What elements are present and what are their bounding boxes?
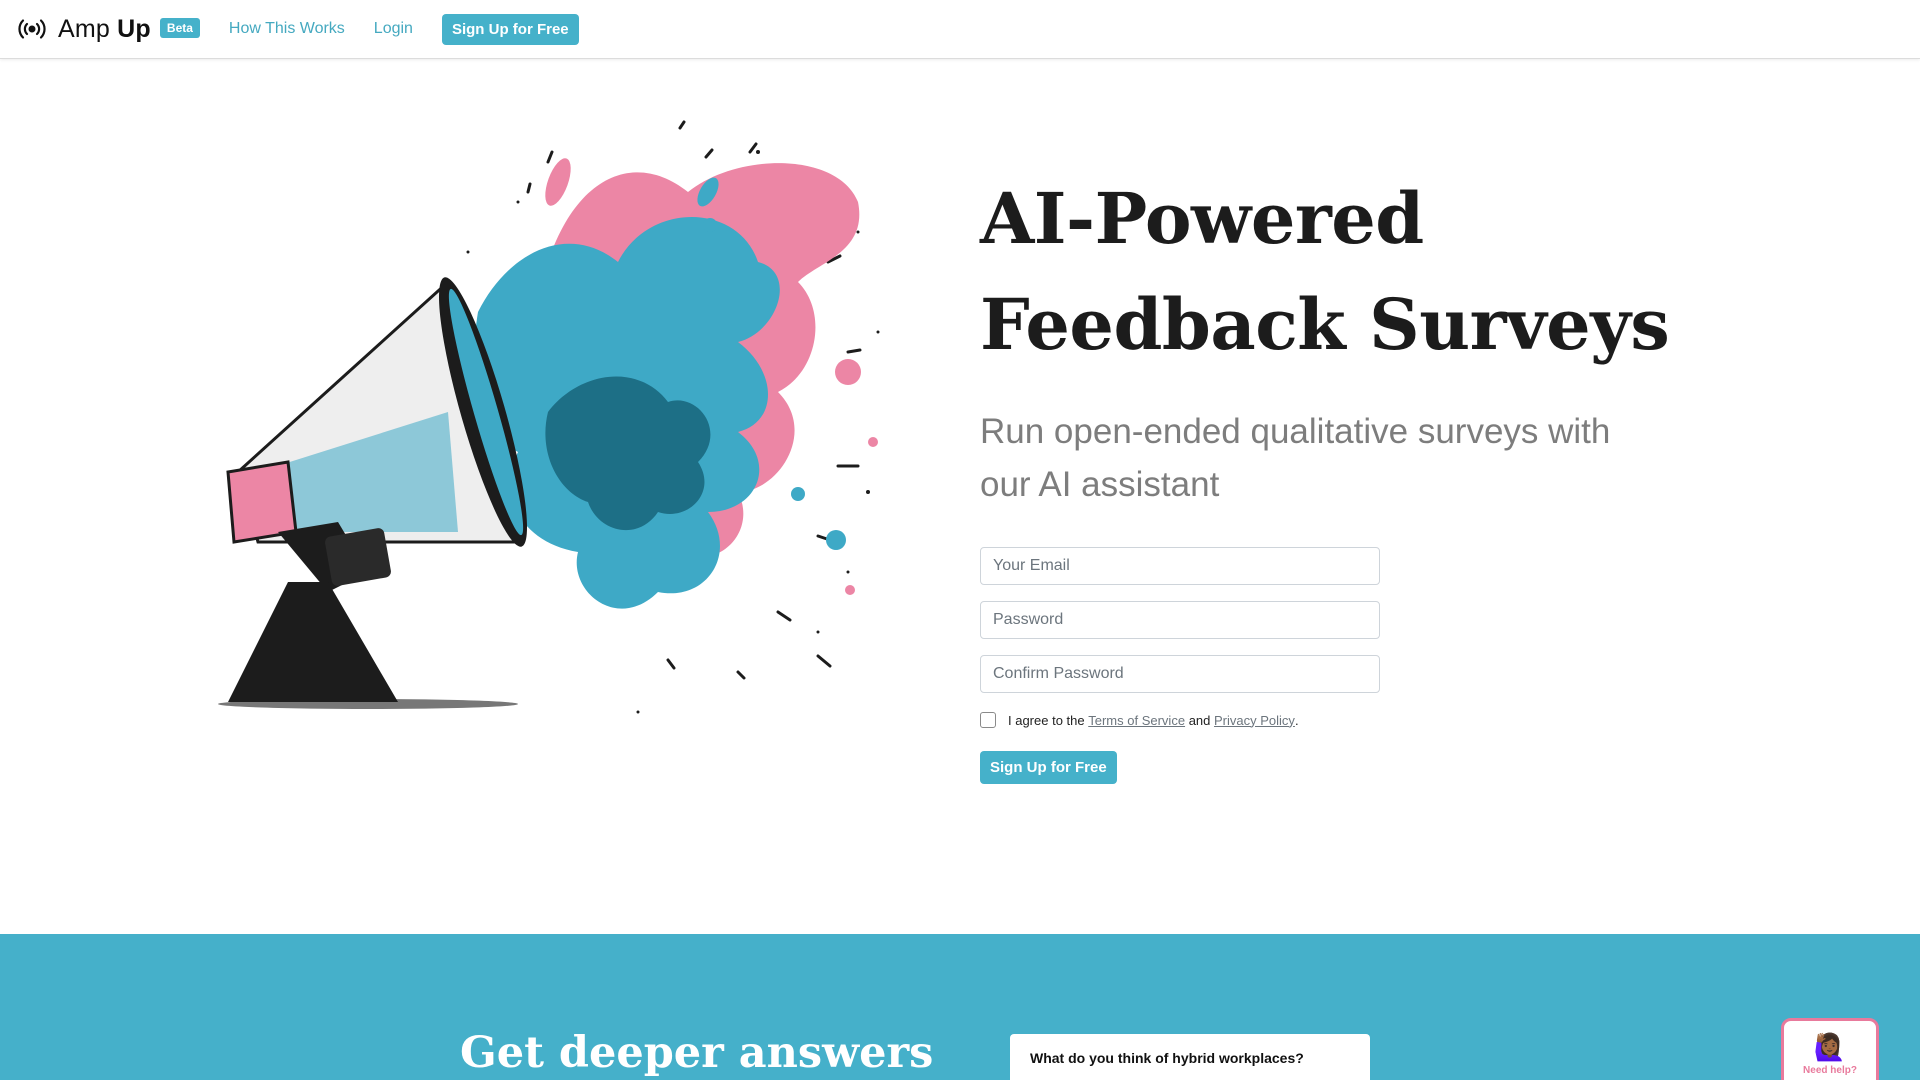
hero-title: AI-Powered Feedback Surveys — [980, 166, 1680, 378]
top-navbar: Amp Up Beta How This Works Login Sign Up… — [0, 0, 1920, 59]
person-raising-hand-icon: 🙋🏾‍♀️ — [1813, 1032, 1847, 1062]
hero-subtitle: Run open-ended qualitative surveys with … — [980, 412, 1611, 504]
terms-of-service-link[interactable]: Terms of Service — [1088, 713, 1185, 728]
brand-name: Amp Up — [58, 15, 151, 44]
privacy-policy-link[interactable]: Privacy Policy — [1214, 713, 1295, 728]
terms-and: and — [1188, 712, 1211, 728]
terms-checkbox[interactable] — [980, 712, 996, 728]
hero-title-line2: Feedback Surveys — [980, 283, 1670, 366]
terms-agreement: I agree to the Terms of Service and Priv… — [980, 712, 1299, 728]
megaphone-illustration — [218, 120, 880, 714]
beta-badge: Beta — [159, 18, 200, 38]
nav-how-this-works[interactable]: How This Works — [229, 20, 345, 38]
survey-question: What do you think of hybrid workplaces? — [1030, 1050, 1304, 1066]
terms-suffix: . — [1294, 712, 1299, 728]
hero-title-line1: AI-Powered — [980, 177, 1424, 260]
help-widget-button[interactable]: 🙋🏾‍♀️ Need help? — [1781, 1018, 1879, 1080]
signup-submit-button[interactable]: Sign Up for Free — [980, 751, 1117, 784]
section-title: Get deeper answers — [460, 1028, 934, 1078]
survey-preview-card: What do you think of hybrid workplaces? — [1010, 1034, 1370, 1080]
brand-logo[interactable]: Amp Up — [18, 15, 151, 44]
terms-prefix: I agree to the — [1008, 712, 1085, 728]
email-field[interactable] — [980, 547, 1380, 585]
features-section — [0, 934, 1920, 1080]
help-label: Need help? — [1803, 1065, 1857, 1076]
nav-signup-button[interactable]: Sign Up for Free — [441, 13, 579, 45]
confirm-password-field[interactable] — [980, 655, 1380, 693]
brand-name-second: Up — [117, 14, 151, 43]
broadcast-icon — [18, 19, 46, 39]
password-field[interactable] — [980, 601, 1380, 639]
nav-login[interactable]: Login — [374, 20, 413, 38]
brand-name-first: Amp — [58, 14, 111, 43]
